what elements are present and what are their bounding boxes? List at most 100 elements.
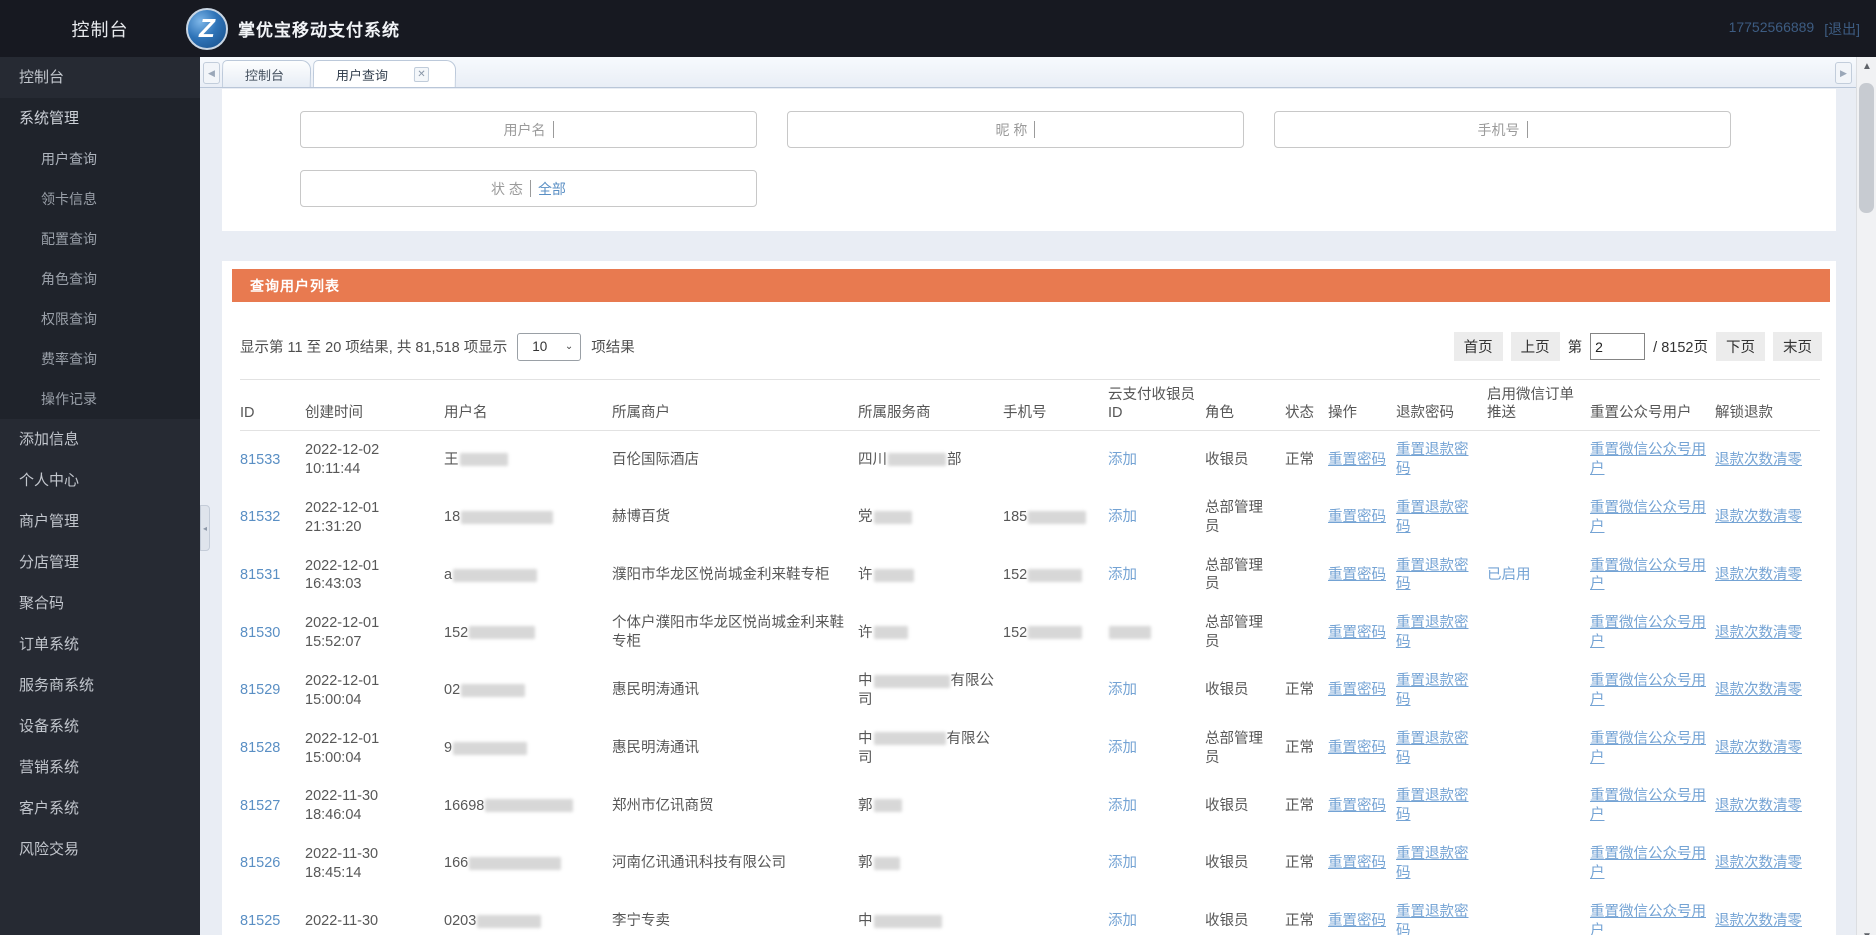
sidebar-item-营销系统[interactable]: 营销系统 <box>0 747 200 788</box>
clear-refund-count-link[interactable]: 退款次数清零 <box>1715 682 1802 698</box>
user-id-link[interactable]: 81532 <box>240 509 280 525</box>
clear-refund-count-link[interactable]: 退款次数清零 <box>1715 798 1802 814</box>
reset-password-link[interactable]: 重置密码 <box>1328 452 1386 468</box>
reset-wechat-user-link[interactable]: 重置微信公众号用户 <box>1590 904 1706 935</box>
user-id-link[interactable]: 81529 <box>240 682 280 698</box>
sidebar-item-服务商系统[interactable]: 服务商系统 <box>0 665 200 706</box>
reset-refund-password-link[interactable]: 重置退款密码 <box>1396 904 1469 935</box>
reset-refund-password-link[interactable]: 重置退款密码 <box>1396 500 1469 535</box>
clear-refund-count-link[interactable]: 退款次数清零 <box>1715 567 1802 583</box>
pagination-last-button[interactable]: 末页 <box>1773 332 1822 361</box>
user-id-link[interactable]: 81525 <box>240 913 280 929</box>
add-cashier-id-link[interactable]: 添加 <box>1108 913 1137 929</box>
add-cashier-id-link[interactable]: 添加 <box>1108 798 1137 814</box>
reset-password-link[interactable]: 重置密码 <box>1328 798 1386 814</box>
tab-用户查询[interactable]: 用户查询 ✕ <box>312 60 457 87</box>
sidebar-item-订单系统[interactable]: 订单系统 <box>0 624 200 665</box>
reset-wechat-user-link[interactable]: 重置微信公众号用户 <box>1590 673 1706 708</box>
reset-password-link[interactable]: 重置密码 <box>1328 625 1386 641</box>
sidebar-subitem-角色查询[interactable]: 角色查询 <box>0 259 200 299</box>
reset-refund-password-link[interactable]: 重置退款密码 <box>1396 673 1469 708</box>
logout-link[interactable]: [退出] <box>1824 19 1860 39</box>
sidebar-subitem-权限查询[interactable]: 权限查询 <box>0 299 200 339</box>
cell-status: 正常 <box>1285 913 1314 930</box>
search-field-状 态[interactable]: 状 态全部 <box>300 170 757 207</box>
cell-status <box>1285 604 1328 662</box>
reset-refund-password-link[interactable]: 重置退款密码 <box>1396 558 1469 593</box>
cell-username: 16698 <box>444 777 612 835</box>
reset-password-link[interactable]: 重置密码 <box>1328 913 1386 929</box>
pagination-page-input[interactable] <box>1590 333 1646 360</box>
user-id-link[interactable]: 81527 <box>240 798 280 814</box>
add-cashier-id-link[interactable]: 添加 <box>1108 855 1137 871</box>
reset-password-link[interactable]: 重置密码 <box>1328 855 1386 871</box>
sidebar-item-商户管理[interactable]: 商户管理 <box>0 501 200 542</box>
reset-password-link[interactable]: 重置密码 <box>1328 567 1386 583</box>
sidebar-item-风险交易[interactable]: 风险交易 <box>0 829 200 870</box>
reset-wechat-user-link[interactable]: 重置微信公众号用户 <box>1590 731 1706 766</box>
reset-wechat-user-link[interactable]: 重置微信公众号用户 <box>1590 558 1706 593</box>
add-cashier-id-link[interactable]: 添加 <box>1108 452 1137 468</box>
reset-password-link[interactable]: 重置密码 <box>1328 740 1386 756</box>
sidebar-item-分店管理[interactable]: 分店管理 <box>0 542 200 583</box>
search-field-手机号[interactable]: 手机号 <box>1274 111 1731 148</box>
reset-refund-password-link[interactable]: 重置退款密码 <box>1396 788 1469 823</box>
user-id-link[interactable]: 81531 <box>240 567 280 583</box>
add-cashier-id-link[interactable]: 添加 <box>1108 509 1137 525</box>
tab-scroll-right-icon[interactable]: ▶ <box>1835 62 1852 84</box>
reset-wechat-user-link[interactable]: 重置微信公众号用户 <box>1590 788 1706 823</box>
user-id-link[interactable]: 81530 <box>240 625 280 641</box>
clear-refund-count-link[interactable]: 退款次数清零 <box>1715 913 1802 929</box>
tab-close-icon[interactable]: ✕ <box>413 66 430 82</box>
sidebar-subitem-领卡信息[interactable]: 领卡信息 <box>0 179 200 219</box>
clear-refund-count-link[interactable]: 退款次数清零 <box>1715 452 1802 468</box>
sidebar-collapse-handle[interactable]: ◂ <box>200 505 210 551</box>
sidebar-subitem-配置查询[interactable]: 配置查询 <box>0 219 200 259</box>
user-id-link[interactable]: 81526 <box>240 855 280 871</box>
clear-refund-count-link[interactable]: 退款次数清零 <box>1715 509 1802 525</box>
clear-refund-count-link[interactable]: 退款次数清零 <box>1715 625 1802 641</box>
add-cashier-id-link[interactable]: 添加 <box>1108 682 1137 698</box>
sidebar-subitem-操作记录[interactable]: 操作记录 <box>0 379 200 419</box>
reset-refund-password-link[interactable]: 重置退款密码 <box>1396 615 1469 650</box>
sidebar-subitem-用户查询[interactable]: 用户查询 <box>0 139 200 179</box>
cell-created-time: 2022-11-30 18:45:14 <box>305 846 379 881</box>
sidebar-item-console[interactable]: 控制台 <box>0 57 200 98</box>
sidebar-item-个人中心[interactable]: 个人中心 <box>0 460 200 501</box>
clear-refund-count-link[interactable]: 退款次数清零 <box>1715 740 1802 756</box>
reset-refund-password-link[interactable]: 重置退款密码 <box>1396 442 1469 477</box>
reset-wechat-user-link[interactable]: 重置微信公众号用户 <box>1590 500 1706 535</box>
bottom-scroll-strip[interactable] <box>0 935 1876 946</box>
reset-wechat-user-link[interactable]: 重置微信公众号用户 <box>1590 615 1706 650</box>
reset-refund-password-link[interactable]: 重置退款密码 <box>1396 731 1469 766</box>
pagination-first-button[interactable]: 首页 <box>1453 332 1503 361</box>
sidebar-item-聚合码[interactable]: 聚合码 <box>0 583 200 624</box>
page-size-select[interactable]: 10 ⌄ <box>517 332 582 361</box>
sidebar-subitem-费率查询[interactable]: 费率查询 <box>0 339 200 379</box>
sidebar-item-客户系统[interactable]: 客户系统 <box>0 788 200 829</box>
add-cashier-id-link[interactable]: 添加 <box>1108 740 1137 756</box>
tab-scroll-left-icon[interactable]: ◀ <box>203 62 220 84</box>
user-id-link[interactable]: 81528 <box>240 740 280 756</box>
sidebar-item-设备系统[interactable]: 设备系统 <box>0 706 200 747</box>
search-field-昵 称[interactable]: 昵 称 <box>787 111 1244 148</box>
add-cashier-id-link[interactable]: 添加 <box>1108 567 1137 583</box>
pagination-prev-button[interactable]: 上页 <box>1510 332 1560 361</box>
pagination-next-button[interactable]: 下页 <box>1716 332 1765 361</box>
clear-refund-count-link[interactable]: 退款次数清零 <box>1715 855 1802 871</box>
reset-password-link[interactable]: 重置密码 <box>1328 682 1386 698</box>
vertical-scrollbar[interactable]: ▲ ▼ <box>1856 57 1876 946</box>
scroll-up-icon[interactable]: ▲ <box>1857 57 1876 76</box>
sidebar-item-添加信息[interactable]: 添加信息 <box>0 419 200 460</box>
tab-控制台[interactable]: 控制台 <box>221 60 312 87</box>
cell-username: 18 <box>444 489 612 547</box>
reset-wechat-user-link[interactable]: 重置微信公众号用户 <box>1590 846 1706 881</box>
user-id-link[interactable]: 81533 <box>240 452 280 468</box>
reset-refund-password-link[interactable]: 重置退款密码 <box>1396 846 1469 881</box>
reset-wechat-user-link[interactable]: 重置微信公众号用户 <box>1590 442 1706 477</box>
sidebar-item-system-mgmt[interactable]: 系统管理 <box>0 98 200 139</box>
reset-password-link[interactable]: 重置密码 <box>1328 509 1386 525</box>
search-field-用户名[interactable]: 用户名 <box>300 111 757 148</box>
cell-cloud-cashier-id: 添加 <box>1108 835 1205 893</box>
scrollbar-thumb[interactable] <box>1859 83 1874 213</box>
